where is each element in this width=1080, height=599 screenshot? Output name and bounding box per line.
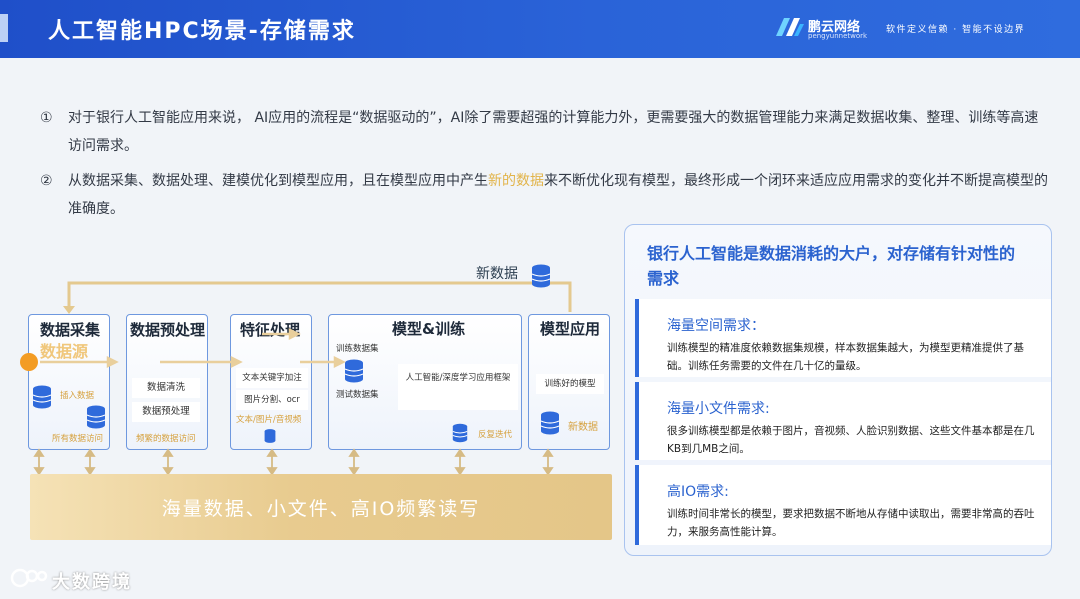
point-number: ② <box>40 173 53 189</box>
watermark-logo-icon <box>10 568 48 588</box>
requirement-card: 高IO需求: 训练时间非常长的模型，要求把数据不断地从存储中读取出，需要非常高的… <box>635 465 1051 545</box>
intro-points: ① 对于银行人工智能应用来说， AI应用的流程是“数据驱动的”，AI除了需要超强… <box>40 104 1050 230</box>
requirement-card: 海量小文件需求: 很多训练模型都是依赖于图片，音视频、人脸识别数据、这些文件基本… <box>635 382 1051 460</box>
header-bar: 人工智能HPC场景-存储需求 鹏云网络 pengyunnetwork 软件定义信… <box>0 0 1080 58</box>
watermark-text: 大数跨境 <box>52 572 132 593</box>
page-title: 人工智能HPC场景-存储需求 <box>48 19 356 44</box>
requirement-title: 高IO需求: <box>667 484 729 500</box>
point-number: ① <box>40 110 53 126</box>
requirement-body: 训练模型的精准度依赖数据集规模，样本数据集越大，为模型更精准提供了基础。训练任务… <box>667 342 1024 372</box>
point-1: ① 对于银行人工智能应用来说， AI应用的流程是“数据驱动的”，AI除了需要超强… <box>40 104 1050 160</box>
storage-base-text: 海量数据、小文件、高IO频繁读写 <box>161 498 481 520</box>
brand-logo-icon <box>776 18 804 36</box>
requirement-body: 训练时间非常长的模型，要求把数据不断地从存储中读取出，需要非常高的吞吐力，来服务… <box>667 508 1035 538</box>
requirement-title: 海量空间需求： <box>667 318 765 334</box>
point-text: 对于银行人工智能应用来说， AI应用的流程是“数据驱动的”，AI除了需要超强的计… <box>68 110 1039 154</box>
requirement-card: 海量空间需求： 训练模型的精准度依赖数据集规模，样本数据集越大，为模型更精准提供… <box>635 299 1051 377</box>
point-text: 从数据采集、数据处理、建模优化到模型应用，且在模型应用中产生新的数据来不断优化现… <box>68 167 1050 223</box>
header-accent-bar <box>0 14 8 42</box>
ai-flow-diagram: 新数据 数据采集 数据源 插入数据 所有数据访问 数据预处理 数据清洗 数据预处… <box>0 250 620 550</box>
brand-sub: pengyunnetwork <box>808 32 868 40</box>
slogan: 软件定义信赖 · 智能不设边界 <box>886 25 1026 35</box>
point-2: ② 从数据采集、数据处理、建模优化到模型应用，且在模型应用中产生新的数据来不断优… <box>40 167 1050 223</box>
requirements-panel: 银行人工智能是数据消耗的大户，对存储有针对性的需求 海量空间需求： 训练模型的精… <box>624 224 1052 556</box>
highlight-new-data: 新的数据 <box>488 173 544 189</box>
point-text-before: 从数据采集、数据处理、建模优化到模型应用，且在模型应用中产生 <box>68 173 488 189</box>
requirement-body: 很多训练模型都是依赖于图片，音视频、人脸识别数据、这些文件基本都是在几KB到几M… <box>667 425 1035 455</box>
storage-base-bar: 海量数据、小文件、高IO频繁读写 <box>30 474 612 540</box>
requirement-title: 海量小文件需求: <box>667 401 770 417</box>
panel-title: 银行人工智能是数据消耗的大户，对存储有针对性的需求 <box>647 244 1016 288</box>
